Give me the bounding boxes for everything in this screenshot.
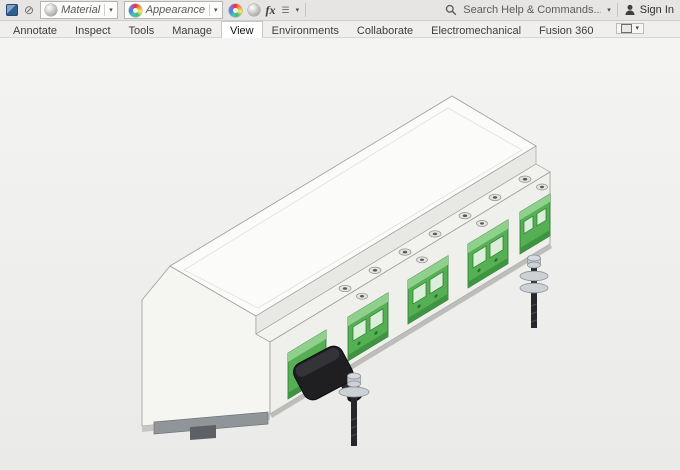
mounting-bolt-2[interactable] <box>519 254 549 328</box>
parameters-fx-icon[interactable]: fx <box>266 3 276 18</box>
material-dropdown[interactable]: Material ▾ <box>40 1 118 19</box>
tab-manage[interactable]: Manage <box>163 21 221 37</box>
no-material-icon[interactable]: ⊘ <box>24 4 34 16</box>
search-input[interactable] <box>461 3 604 17</box>
viewport-3d[interactable] <box>0 38 680 470</box>
cube-icon[interactable] <box>6 4 18 16</box>
toolbar-separator <box>305 3 307 17</box>
search-chevron-icon[interactable]: ▾ <box>607 7 611 14</box>
list-icon[interactable]: ☰ <box>282 4 290 16</box>
tab-inspect[interactable]: Inspect <box>66 21 119 37</box>
tab-collaborate[interactable]: Collaborate <box>348 21 422 37</box>
material-ball-icon[interactable] <box>247 4 260 16</box>
tab-view[interactable]: View <box>220 21 263 38</box>
adjust-appearance-icon[interactable] <box>228 3 242 17</box>
panel-icon <box>621 24 633 33</box>
sign-in-label: Sign In <box>639 4 674 16</box>
appearance-value: Appearance <box>145 4 206 16</box>
search-icon <box>445 4 457 16</box>
help-search[interactable]: ▾ <box>445 3 611 17</box>
color-wheel-icon <box>128 3 142 17</box>
din-rail-clip[interactable] <box>190 425 216 440</box>
tab-environments[interactable]: Environments <box>263 21 348 37</box>
tab-fusion-360[interactable]: Fusion 360 <box>530 21 602 37</box>
model-3d[interactable] <box>0 38 680 470</box>
material-value: Material <box>61 4 101 16</box>
tab-electromechanical[interactable]: Electromechanical <box>422 21 530 37</box>
chevron-down-icon[interactable]: ▾ <box>209 4 218 16</box>
toolbar-overflow-chevron-icon[interactable]: ▾ <box>296 7 300 14</box>
material-sphere-icon <box>45 4 58 16</box>
person-icon <box>624 4 636 16</box>
chevron-down-icon[interactable]: ▾ <box>104 4 113 16</box>
sign-in-button[interactable]: Sign In <box>624 4 674 16</box>
tab-tools[interactable]: Tools <box>120 21 164 37</box>
quick-access-toolbar: ⊘ Material ▾ Appearance ▾ fx ☰ ▾ ▾ <box>0 0 680 21</box>
toolbar-separator <box>616 3 618 17</box>
appearance-dropdown[interactable]: Appearance ▾ <box>123 1 223 19</box>
ribbon-display-toggle[interactable]: ▾ <box>616 23 644 34</box>
tab-annotate[interactable]: Annotate <box>4 21 66 37</box>
ribbon-tab-bar: Annotate Inspect Tools Manage View Envir… <box>0 21 680 38</box>
chevron-down-icon: ▾ <box>635 25 639 32</box>
